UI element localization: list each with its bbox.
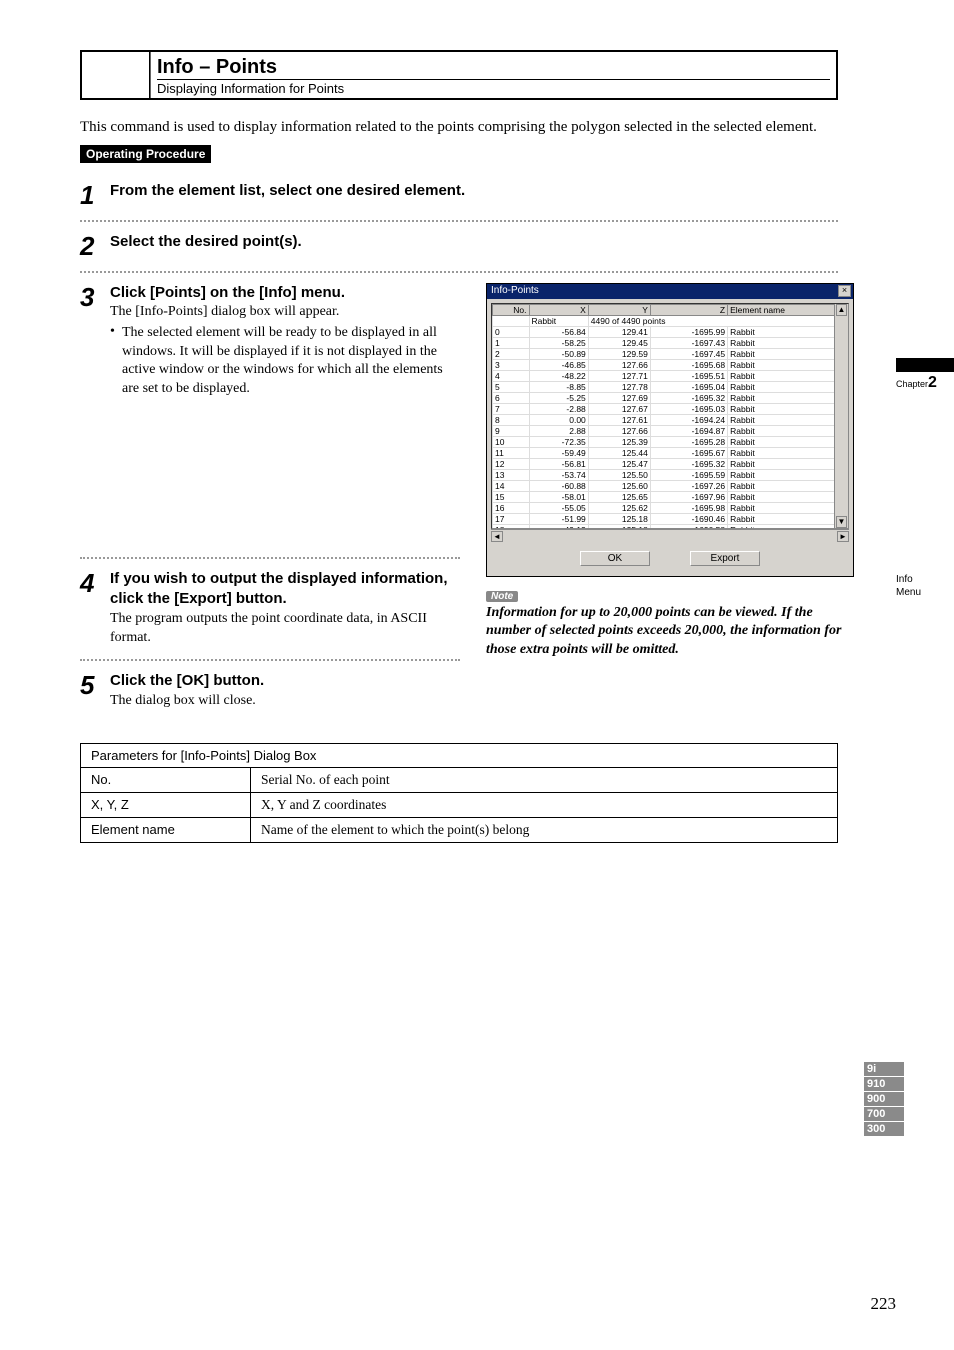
intro-text: This command is used to display informat…: [80, 116, 838, 139]
step-heading: From the element list, select one desire…: [110, 181, 838, 201]
step-number: 3: [80, 283, 110, 310]
col-y[interactable]: Y: [588, 304, 650, 315]
table-row[interactable]: 16-55.05125.62-1695.98Rabbit: [493, 502, 848, 513]
export-button[interactable]: Export: [690, 551, 760, 566]
table-row[interactable]: 5-8.85127.78-1695.04Rabbit: [493, 381, 848, 392]
param-caption: Parameters for [Info-Points] Dialog Box: [81, 743, 838, 767]
table-row[interactable]: 10-72.35125.39-1695.28Rabbit: [493, 436, 848, 447]
table-row[interactable]: 11-59.49125.44-1695.67Rabbit: [493, 447, 848, 458]
meta-count: 4490 of 4490 points: [588, 315, 847, 326]
step-heading: Click [Points] on the [Info] menu.: [110, 283, 460, 303]
dialog-title: Info-Points: [491, 285, 539, 296]
points-table[interactable]: No. X Y Z Element name Rabbit: [492, 304, 848, 529]
table-row[interactable]: 0-56.84129.41-1695.99Rabbit: [493, 326, 848, 337]
badge: 910: [864, 1077, 904, 1091]
table-row[interactable]: 1-58.25129.45-1697.43Rabbit: [493, 337, 848, 348]
table-row[interactable]: 92.88127.66-1694.87Rabbit: [493, 425, 848, 436]
side-info: Info Menu: [896, 573, 954, 599]
section-left-cell: [82, 52, 150, 98]
separator: [80, 220, 838, 222]
scroll-up-icon[interactable]: ▲: [836, 304, 847, 316]
table-row[interactable]: 15-58.01125.65-1697.96Rabbit: [493, 491, 848, 502]
note-text: Information for up to 20,000 points can …: [486, 604, 854, 661]
ok-button[interactable]: OK: [580, 551, 650, 566]
meta-name: Rabbit: [529, 315, 588, 326]
step-description: The dialog box will close.: [110, 692, 460, 711]
step-description: The program outputs the point coordinate…: [110, 610, 460, 648]
col-no[interactable]: No.: [493, 304, 530, 315]
col-x[interactable]: X: [529, 304, 588, 315]
step-bullet-text: The selected element will be ready to be…: [122, 324, 460, 400]
col-z[interactable]: Z: [650, 304, 727, 315]
dialog-titlebar[interactable]: Info-Points ×: [487, 284, 853, 299]
scroll-right-icon[interactable]: ►: [837, 531, 849, 542]
side-tab-bar: [896, 358, 954, 372]
section-subtitle: Displaying Information for Points: [157, 79, 830, 96]
close-icon[interactable]: ×: [838, 285, 851, 297]
param-key: No.: [81, 767, 251, 792]
param-value: Serial No. of each point: [251, 767, 838, 792]
table-row[interactable]: 14-60.88125.60-1697.26Rabbit: [493, 480, 848, 491]
table-row[interactable]: 12-56.81125.47-1695.32Rabbit: [493, 458, 848, 469]
section-title: Info – Points: [157, 56, 830, 79]
model-badges: 9i 910 900 700 300: [864, 1062, 904, 1137]
badge: 900: [864, 1092, 904, 1106]
chapter-indicator: Chapter2: [896, 374, 954, 392]
separator: [80, 271, 838, 273]
badge: 700: [864, 1107, 904, 1121]
step-heading: Select the desired point(s).: [110, 232, 838, 252]
step-number: 5: [80, 671, 110, 698]
param-key: X, Y, Z: [81, 792, 251, 817]
table-row[interactable]: 13-53.74125.50-1695.59Rabbit: [493, 469, 848, 480]
step-description: The [Info-Points] dialog box will appear…: [110, 303, 460, 322]
table-row[interactable]: 2-50.89129.59-1697.45Rabbit: [493, 348, 848, 359]
scroll-down-icon[interactable]: ▼: [836, 516, 847, 528]
table-row[interactable]: 7-2.88127.67-1695.03Rabbit: [493, 403, 848, 414]
step-heading: Click the [OK] button.: [110, 671, 460, 691]
bullet-icon: •: [110, 324, 122, 400]
table-row[interactable]: 3-46.85127.66-1695.68Rabbit: [493, 359, 848, 370]
table-row[interactable]: 17-51.99125.18-1690.46Rabbit: [493, 513, 848, 524]
parameters-table: Parameters for [Info-Points] Dialog Box …: [80, 743, 838, 843]
note-label: Note: [486, 591, 518, 602]
step-number: 2: [80, 232, 110, 259]
page-number: 223: [871, 1294, 897, 1314]
badge: 9i: [864, 1062, 904, 1076]
param-key: Element name: [81, 817, 251, 842]
operating-procedure-label: Operating Procedure: [80, 145, 211, 163]
vertical-scrollbar[interactable]: ▲ ▼: [834, 304, 848, 528]
table-row[interactable]: 6-5.25127.69-1695.32Rabbit: [493, 392, 848, 403]
info-points-dialog: Info-Points × No. X Y: [486, 283, 854, 577]
badge: 300: [864, 1122, 904, 1136]
table-row[interactable]: 80.00127.61-1694.24Rabbit: [493, 414, 848, 425]
step-number: 4: [80, 569, 110, 596]
table-row[interactable]: 4-48.22127.71-1695.51Rabbit: [493, 370, 848, 381]
col-name[interactable]: Element name: [728, 304, 848, 315]
separator: [80, 659, 460, 661]
step-number: 1: [80, 181, 110, 208]
separator: [80, 557, 460, 559]
section-heading: Info – Points Displaying Information for…: [80, 50, 838, 100]
param-value: Name of the element to which the point(s…: [251, 817, 838, 842]
horizontal-scrollbar[interactable]: ◄ ►: [491, 529, 849, 543]
scroll-left-icon[interactable]: ◄: [491, 531, 503, 542]
step-heading: If you wish to output the displayed info…: [110, 569, 460, 610]
param-value: X, Y and Z coordinates: [251, 792, 838, 817]
